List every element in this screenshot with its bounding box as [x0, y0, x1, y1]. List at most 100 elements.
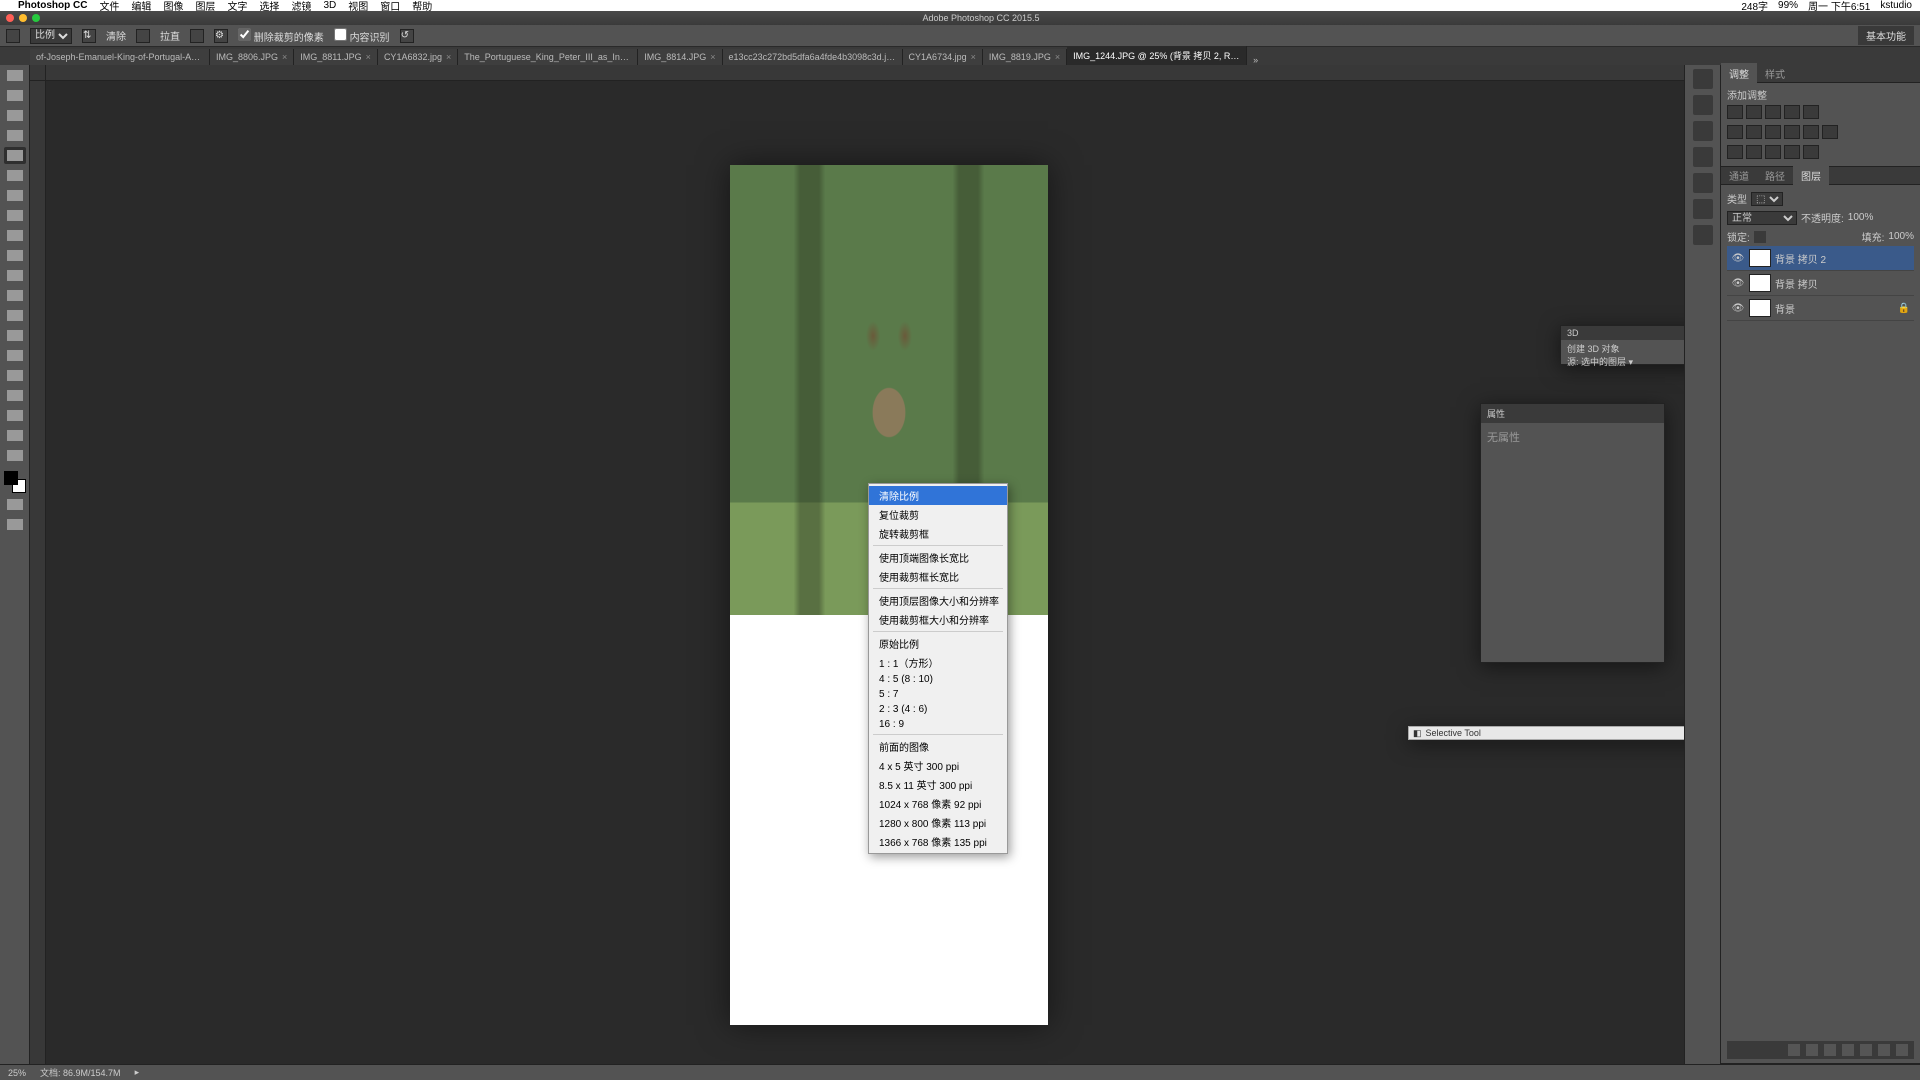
ctx-item[interactable]: 使用顶层图像大小和分辨率 [869, 591, 1007, 610]
invert-icon[interactable] [1727, 145, 1743, 159]
history-panel-icon[interactable] [1693, 69, 1713, 89]
clear-button[interactable]: 清除 [106, 28, 126, 43]
doc-tab[interactable]: IMG_1244.JPG @ 25% (背景 拷贝 2, RGB/8*) *× [1067, 46, 1247, 65]
doc-tab[interactable]: IMG_8819.JPG× [983, 49, 1067, 65]
visibility-icon[interactable]: 👁 [1731, 253, 1745, 264]
blend-mode-select[interactable]: 正常 [1727, 211, 1797, 225]
swatches-panel-icon[interactable] [1693, 173, 1713, 193]
layer-thumb[interactable] [1749, 274, 1771, 292]
ctx-item[interactable]: 前面的图像 [869, 737, 1007, 756]
zoom-value[interactable]: 25% [8, 1068, 26, 1078]
info-panel-icon[interactable] [1693, 121, 1713, 141]
fill-value[interactable]: 100% [1888, 231, 1914, 242]
close-icon[interactable]: × [282, 52, 287, 62]
close-icon[interactable]: × [446, 52, 451, 62]
doc-info[interactable]: 文档: 86.9M/154.7M [40, 1066, 121, 1079]
ctx-item[interactable]: 使用顶端图像长宽比 [869, 548, 1007, 567]
close-icon[interactable]: × [1055, 52, 1060, 62]
colorbalance-icon[interactable] [1746, 125, 1762, 139]
ctx-item[interactable]: 1024 x 768 像素 92 ppi [869, 794, 1007, 813]
gradientmap-icon[interactable] [1784, 145, 1800, 159]
color-panel-icon[interactable] [1693, 147, 1713, 167]
delete-pixels-checkbox[interactable]: 删除裁剪的像素 [238, 28, 324, 44]
screen-mode-icon[interactable] [4, 516, 26, 533]
crop-tool[interactable] [4, 147, 26, 164]
ctx-item[interactable]: 原始比例 [869, 634, 1007, 653]
trash-icon[interactable] [1896, 1044, 1908, 1056]
brush-tool[interactable] [4, 207, 26, 224]
ctx-item[interactable]: 旋转裁剪框 [869, 524, 1007, 543]
tab-layers[interactable]: 图层 [1793, 165, 1829, 186]
pen-tool[interactable] [4, 347, 26, 364]
character-panel-icon[interactable] [1693, 199, 1713, 219]
grid-icon[interactable] [190, 29, 204, 43]
visibility-icon[interactable]: 👁 [1731, 303, 1745, 314]
layer-item[interactable]: 👁 背景 拷贝 2 [1727, 246, 1914, 271]
minimize-icon[interactable] [19, 14, 27, 22]
panel-3d[interactable]: 3D 创建 3D 对象 源: 选中的图层 ▾ [1560, 325, 1684, 365]
ctx-item[interactable]: 复位裁剪 [869, 505, 1007, 524]
channelmixer-icon[interactable] [1803, 125, 1819, 139]
menu-image[interactable]: 图像 [163, 0, 183, 13]
ctx-item[interactable]: 清除比例 [869, 486, 1007, 505]
traffic-lights[interactable] [6, 14, 40, 22]
panel-tab[interactable]: 属性 [1487, 407, 1505, 420]
tab-paths[interactable]: 路径 [1757, 165, 1793, 186]
new-layer-icon[interactable] [1878, 1044, 1890, 1056]
opacity-value[interactable]: 100% [1848, 212, 1874, 223]
menu-layer[interactable]: 图层 [195, 0, 215, 13]
panel-tab[interactable]: 3D [1567, 328, 1579, 338]
mask-icon[interactable] [1824, 1044, 1836, 1056]
marquee-tool[interactable] [4, 87, 26, 104]
vibrance-icon[interactable] [1803, 105, 1819, 119]
reset-icon[interactable]: ↺ [400, 29, 414, 43]
exposure-icon[interactable] [1784, 105, 1800, 119]
ctx-item[interactable]: 使用裁剪框长宽比 [869, 567, 1007, 586]
ctx-item[interactable]: 8.5 x 11 英寸 300 ppi [869, 775, 1007, 794]
hand-tool[interactable] [4, 427, 26, 444]
doc-tab[interactable]: CY1A6832.jpg× [378, 49, 458, 65]
workspace-switcher[interactable]: 基本功能 [1858, 26, 1914, 45]
menu-window[interactable]: 窗口 [380, 0, 400, 13]
menu-filter[interactable]: 滤镜 [291, 0, 311, 13]
layer-filter-select[interactable]: ⬚ [1751, 192, 1783, 206]
doc-tab[interactable]: CY1A6734.jpg× [903, 49, 983, 65]
fg-bg-colors[interactable] [4, 471, 26, 493]
layer-thumb[interactable] [1749, 249, 1771, 267]
doc-tab[interactable]: The_Portuguese_King_Peter_III_as_Infante… [458, 49, 638, 65]
blur-tool[interactable] [4, 307, 26, 324]
ruler-origin[interactable] [30, 65, 46, 81]
selectivecolor-icon[interactable] [1803, 145, 1819, 159]
tab-adjustments[interactable]: 调整 [1721, 63, 1757, 84]
paragraph-panel-icon[interactable] [1693, 225, 1713, 245]
dodge-tool[interactable] [4, 327, 26, 344]
levels-icon[interactable] [1746, 105, 1762, 119]
menu-help[interactable]: 帮助 [412, 0, 432, 13]
link-icon[interactable] [1788, 1044, 1800, 1056]
panel-properties[interactable]: 属性 无属性 [1480, 403, 1665, 663]
zoom-icon[interactable] [32, 14, 40, 22]
path-select-tool[interactable] [4, 387, 26, 404]
visibility-icon[interactable]: 👁 [1731, 278, 1745, 289]
straighten-icon[interactable] [136, 29, 150, 43]
gear-icon[interactable]: ⚙ [214, 29, 228, 43]
close-icon[interactable]: × [710, 52, 715, 62]
chevron-right-icon[interactable]: ▸ [135, 1067, 140, 1078]
eyedropper-tool[interactable] [4, 167, 26, 184]
move-tool[interactable] [4, 67, 26, 84]
close-icon[interactable] [6, 14, 14, 22]
layer-name[interactable]: 背景 [1775, 301, 1795, 316]
history-brush-tool[interactable] [4, 247, 26, 264]
ctx-item[interactable]: 4 : 5 (8 : 10) [869, 672, 1007, 687]
eraser-tool[interactable] [4, 267, 26, 284]
tab-channels[interactable]: 通道 [1721, 165, 1757, 186]
layer-thumb[interactable] [1749, 299, 1771, 317]
ratio-preset-select[interactable]: 比例 [30, 28, 72, 44]
menu-type[interactable]: 文字 [227, 0, 247, 13]
fx-icon[interactable] [1806, 1044, 1818, 1056]
layer-name[interactable]: 背景 拷贝 [1775, 276, 1818, 291]
ctx-item[interactable]: 1280 x 800 像素 113 ppi [869, 813, 1007, 832]
menu-select[interactable]: 选择 [259, 0, 279, 13]
bw-icon[interactable] [1765, 125, 1781, 139]
ctx-item[interactable]: 使用裁剪框大小和分辨率 [869, 610, 1007, 629]
